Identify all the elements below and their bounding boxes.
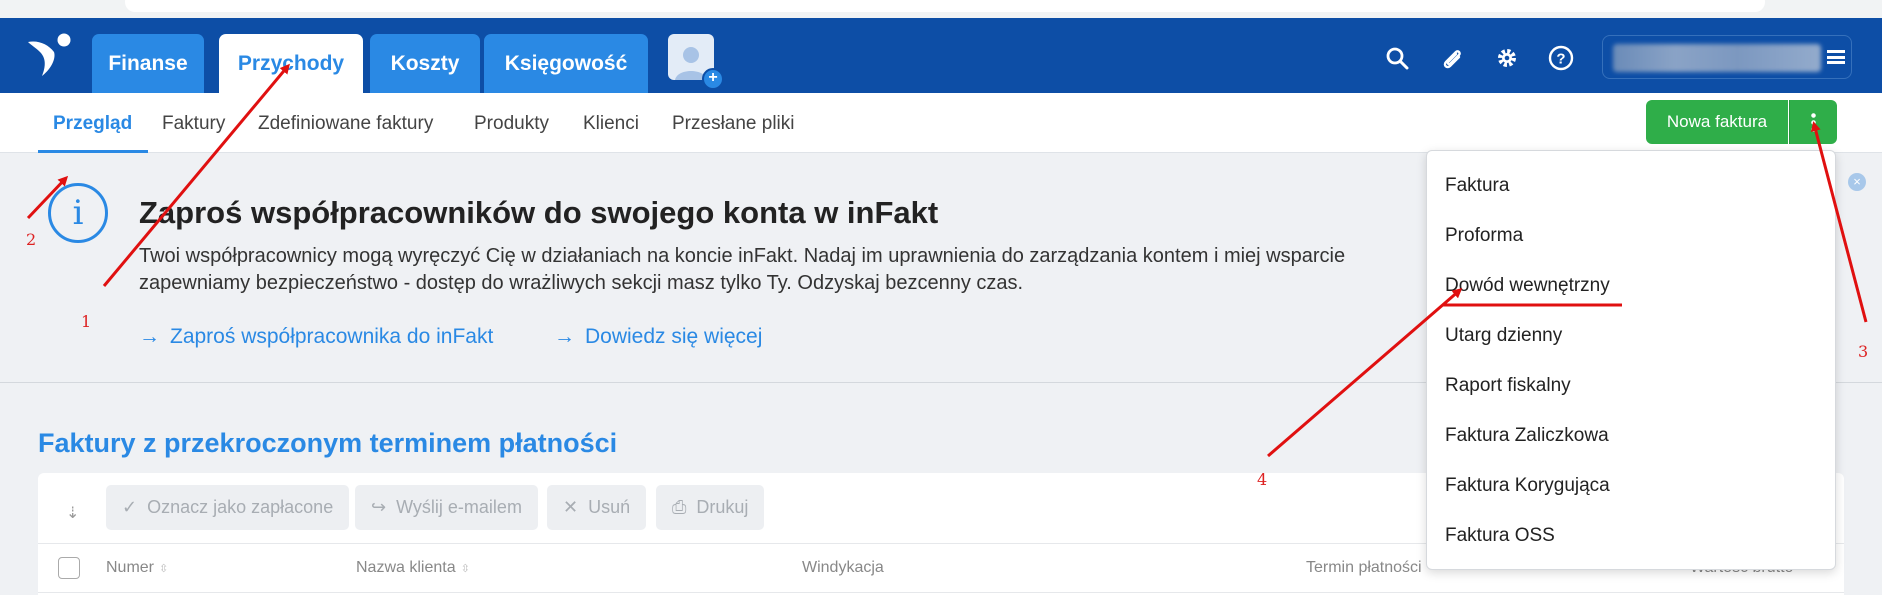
print-label: Drukuj: [696, 497, 749, 517]
overdue-section-title: Faktury z przekroczonym terminem płatnoś…: [38, 428, 618, 458]
dropdown-item-proforma[interactable]: Proforma: [1445, 225, 1523, 247]
user-name-blurred: [1613, 44, 1821, 72]
invite-coworker-link[interactable]: → Zaproś współpracownika do inFakt: [139, 325, 493, 349]
tab-koszty[interactable]: Koszty: [370, 34, 480, 93]
gear-icon[interactable]: [1492, 43, 1522, 73]
new-invoice-more-button[interactable]: [1789, 100, 1837, 144]
tab-finanse[interactable]: Finanse: [92, 34, 204, 93]
subnav-item-klienci[interactable]: Klienci: [583, 113, 639, 135]
browser-address-bar[interactable]: [125, 0, 1765, 12]
new-invoice-button[interactable]: Nowa faktura: [1646, 100, 1788, 144]
dropdown-item-faktura-korygujaca[interactable]: Faktura Korygująca: [1445, 475, 1610, 497]
learn-more-link[interactable]: → Dowiedz się więcej: [554, 325, 762, 349]
column-label: Numer: [106, 559, 155, 576]
subnav-item-przeglad[interactable]: Przegląd: [53, 113, 132, 135]
arrow-right-icon: →: [139, 325, 160, 348]
invite-coworker-link-label: Zaproś współpracownika do inFakt: [170, 325, 494, 348]
svg-text:?: ?: [1556, 51, 1565, 68]
learn-more-link-label: Dowiedz się więcej: [585, 325, 763, 348]
delete-label: Usuń: [588, 497, 631, 517]
dropdown-item-utarg-dzienny[interactable]: Utarg dzienny: [1445, 325, 1562, 347]
search-icon[interactable]: [1382, 43, 1412, 73]
banner-text: Twoi współpracownicy mogą wyręczyć Cię w…: [139, 245, 1346, 294]
dropdown-item-faktura[interactable]: Faktura: [1445, 175, 1509, 197]
dropdown-item-faktura-oss[interactable]: Faktura OSS: [1445, 525, 1555, 547]
dropdown-item-raport-fiskalny[interactable]: Raport fiskalny: [1445, 375, 1571, 397]
dropdown-item-dowod-wewnetrzny[interactable]: Dowód wewnętrzny: [1445, 275, 1610, 297]
plus-icon: +: [702, 68, 724, 90]
send-email-button[interactable]: ↪ Wyślij e-mailem: [355, 485, 538, 530]
mark-paid-label: Oznacz jako zapłacone: [147, 497, 334, 517]
mark-paid-button[interactable]: ✓ Oznacz jako zapłacone: [106, 485, 350, 530]
share-icon: ↪: [371, 497, 387, 517]
printer-icon: ⎙: [672, 497, 687, 517]
annotation-label-3: 3: [1858, 342, 1869, 361]
check-icon: ✓: [122, 497, 138, 517]
column-label: Termin płatności: [1306, 559, 1422, 576]
browser-strip: [0, 0, 1882, 18]
annotation-label-4: 4: [1257, 470, 1268, 489]
select-all-checkbox[interactable]: [58, 557, 80, 579]
column-header-windykacja: Windykacja: [802, 559, 884, 577]
tab-ksiegowosc[interactable]: Księgowość: [484, 34, 648, 93]
annotation-label-1: 1: [81, 312, 92, 331]
subnav-item-zdefiniowane-faktury[interactable]: Zdefiniowane faktury: [258, 113, 433, 135]
paperclip-icon[interactable]: [1437, 43, 1467, 73]
tab-przychody[interactable]: Przychody: [219, 34, 363, 93]
sort-icon: ⇳: [460, 563, 470, 575]
new-invoice-dropdown: Faktura Proforma Dowód wewnętrzny Utarg …: [1426, 150, 1836, 570]
column-header-nazwa-klienta[interactable]: Nazwa klienta ⇳: [356, 559, 470, 577]
sort-icon[interactable]: ⇣: [66, 503, 79, 523]
app-window: Finanse Przychody Koszty Księgowość + ?: [0, 0, 1882, 595]
banner-title: Zaproś współpracowników do swojego konta…: [139, 195, 939, 230]
subnav-item-produkty[interactable]: Produkty: [474, 113, 549, 135]
column-header-termin-platnosci[interactable]: Termin płatności: [1306, 559, 1422, 577]
column-header-numer[interactable]: Numer ⇳: [106, 559, 168, 577]
x-icon: ✕: [563, 497, 579, 517]
sub-navigation: Przegląd Faktury Zdefiniowane faktury Pr…: [0, 93, 1882, 153]
sort-icon: ⇳: [159, 563, 169, 575]
subnav-item-przeslane-pliki[interactable]: Przesłane pliki: [672, 113, 795, 135]
vertical-dots-icon: [1811, 112, 1816, 132]
send-email-label: Wyślij e-mailem: [396, 497, 522, 517]
help-icon[interactable]: ?: [1546, 43, 1576, 73]
close-icon[interactable]: ×: [1848, 173, 1866, 191]
user-menu[interactable]: [1602, 35, 1852, 79]
arrow-right-icon: →: [554, 325, 575, 348]
column-label: Windykacja: [802, 559, 884, 576]
print-button[interactable]: ⎙ Drukuj: [656, 485, 765, 530]
infakt-logo[interactable]: [26, 32, 72, 78]
info-icon: i: [48, 183, 108, 243]
column-label: Nazwa klienta: [356, 559, 456, 576]
subnav-item-faktury[interactable]: Faktury: [162, 113, 225, 135]
dropdown-item-faktura-zaliczkowa[interactable]: Faktura Zaliczkowa: [1445, 425, 1609, 447]
annotation-label-2: 2: [26, 230, 37, 249]
delete-button[interactable]: ✕ Usuń: [547, 485, 647, 530]
top-bar: Finanse Przychody Koszty Księgowość + ?: [0, 18, 1882, 93]
hamburger-icon[interactable]: [1827, 50, 1845, 64]
